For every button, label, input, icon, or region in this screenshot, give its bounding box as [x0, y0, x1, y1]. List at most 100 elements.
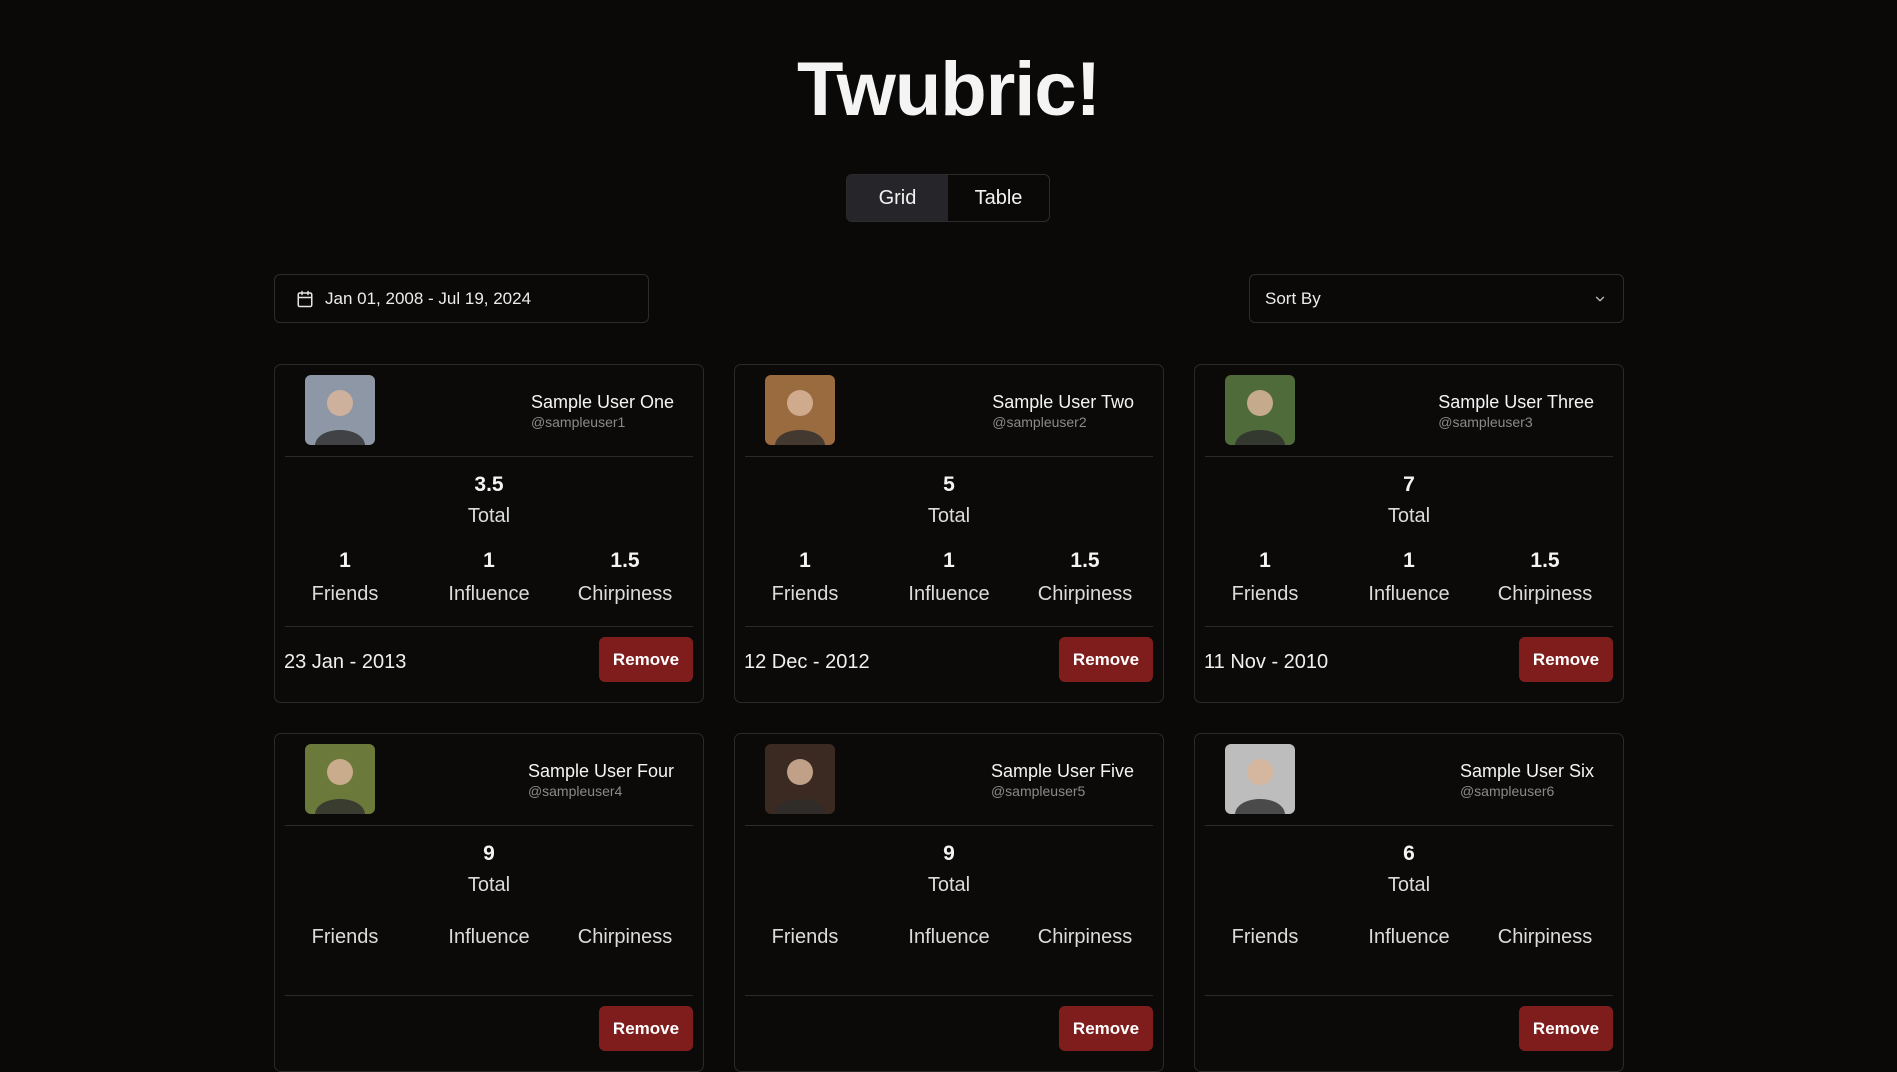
user-identity: Sample User Six @sampleuser6	[1460, 760, 1594, 800]
chirpiness-metric: Chirpiness	[1477, 917, 1613, 949]
chirpiness-metric: Chirpiness	[1017, 917, 1153, 949]
friends-label: Friends	[1231, 926, 1299, 948]
chirpiness-label: Chirpiness	[577, 926, 673, 948]
remove-button[interactable]: Remove	[599, 1006, 693, 1051]
influence-label: Influence	[448, 583, 530, 605]
user-handle: @sampleuser6	[1459, 783, 1555, 799]
chirpiness-label: Chirpiness	[1497, 926, 1593, 948]
user-card: Sample User Two @sampleuser2 5 Total 1 F…	[734, 364, 1164, 703]
remove-button[interactable]: Remove	[1519, 1006, 1613, 1051]
chirpiness-metric: 1.5 Chirpiness	[1477, 548, 1613, 606]
avatar-image	[305, 744, 375, 814]
influence-label: Influence	[908, 583, 990, 605]
user-identity: Sample User Three @sampleuser3	[1438, 391, 1594, 431]
calendar-icon	[297, 290, 313, 307]
avatar-image	[305, 375, 375, 445]
remove-button[interactable]: Remove	[599, 637, 693, 682]
user-identity: Sample User Four @sampleuser4	[528, 760, 674, 800]
date-range-value: Jan 01, 2008 - Jul 19, 2024	[325, 288, 532, 308]
avatar-image	[1225, 744, 1295, 814]
user-card: Sample User Four @sampleuser4 9 Total Fr…	[274, 733, 704, 1072]
friends-label: Friends	[771, 926, 839, 948]
avatar	[305, 744, 375, 814]
remove-button[interactable]: Remove	[1519, 637, 1613, 682]
influence-metric: 1 Influence	[1341, 548, 1477, 606]
avatar	[765, 744, 835, 814]
join-date: 23 Jan - 2013	[284, 651, 407, 673]
card-divider	[1205, 626, 1613, 627]
friends-metric: Friends	[1197, 917, 1333, 949]
card-header: Sample User Three @sampleuser3	[1205, 365, 1613, 457]
chirpiness-value: 1.5	[610, 549, 640, 572]
friends-value: 1	[339, 549, 351, 572]
friends-metric: Friends	[737, 917, 873, 949]
card-header: Sample User Four @sampleuser4	[285, 734, 693, 826]
user-card: Sample User Five @sampleuser5 9 Total Fr…	[734, 733, 1164, 1072]
card-header: Sample User Two @sampleuser2	[745, 365, 1153, 457]
influence-value: 1	[943, 549, 955, 572]
chirpiness-label: Chirpiness	[1497, 583, 1593, 605]
join-date: 11 Nov - 2010	[1204, 651, 1329, 673]
chirpiness-value: 1.5	[1530, 549, 1560, 572]
tab-table[interactable]: Table	[948, 175, 1049, 221]
influence-metric: Influence	[1341, 917, 1477, 949]
remove-button[interactable]: Remove	[1059, 1006, 1153, 1051]
user-handle: @sampleuser3	[1438, 414, 1533, 430]
card-divider	[745, 626, 1153, 627]
card-header: Sample User Five @sampleuser5	[745, 734, 1153, 826]
user-handle: @sampleuser2	[992, 414, 1087, 430]
card-divider	[285, 626, 693, 627]
chirpiness-metric: 1.5 Chirpiness	[557, 548, 693, 606]
user-card: Sample User Three @sampleuser3 7 Total 1…	[1194, 364, 1624, 703]
total-label: Total	[927, 874, 971, 896]
influence-metric: Influence	[881, 917, 1017, 949]
total-score: 5	[943, 473, 955, 496]
friends-label: Friends	[771, 583, 839, 605]
user-card: Sample User One @sampleuser1 3.5 Total 1…	[274, 364, 704, 703]
chirpiness-value: 1.5	[1070, 549, 1100, 572]
date-range-picker[interactable]: Jan 01, 2008 - Jul 19, 2024	[274, 274, 649, 323]
total-label: Total	[467, 505, 511, 527]
influence-value: 1	[483, 549, 495, 572]
total-score: 6	[1403, 842, 1415, 865]
friends-metric: 1 Friends	[737, 548, 873, 606]
card-header: Sample User One @sampleuser1	[285, 365, 693, 457]
user-identity: Sample User Five @sampleuser5	[991, 760, 1134, 800]
chirpiness-label: Chirpiness	[577, 583, 673, 605]
influence-label: Influence	[1368, 583, 1450, 605]
influence-metric: 1 Influence	[421, 548, 557, 606]
card-divider	[1205, 995, 1613, 996]
friends-label: Friends	[311, 583, 379, 605]
avatar-image	[1225, 375, 1295, 445]
total-label: Total	[1387, 505, 1431, 527]
total-label: Total	[467, 874, 511, 896]
avatar	[1225, 375, 1295, 445]
friends-value: 1	[799, 549, 811, 572]
join-date: 12 Dec - 2012	[744, 651, 870, 673]
total-score: 3.5	[474, 473, 504, 496]
sort-by-select[interactable]: Sort By	[1249, 274, 1624, 323]
friends-value: 1	[1259, 549, 1271, 572]
card-header: Sample User Six @sampleuser6	[1205, 734, 1613, 826]
avatar-image	[765, 744, 835, 814]
chirpiness-metric: 1.5 Chirpiness	[1017, 548, 1153, 606]
card-divider	[745, 995, 1153, 996]
user-handle: @sampleuser1	[530, 414, 626, 430]
influence-value: 1	[1403, 549, 1415, 572]
friends-label: Friends	[311, 926, 379, 948]
tab-grid[interactable]: Grid	[847, 175, 948, 221]
total-score: 9	[483, 842, 495, 865]
chirpiness-label: Chirpiness	[1037, 926, 1133, 948]
total-score: 7	[1403, 473, 1415, 496]
influence-label: Influence	[448, 926, 530, 948]
chirpiness-label: Chirpiness	[1037, 583, 1133, 605]
user-handle: @sampleuser5	[990, 783, 1086, 799]
user-name: Sample User One	[530, 392, 674, 412]
friends-label: Friends	[1231, 583, 1299, 605]
influence-metric: Influence	[421, 917, 557, 949]
remove-button[interactable]: Remove	[1059, 637, 1153, 682]
total-score: 9	[943, 842, 955, 865]
friends-metric: Friends	[277, 917, 413, 949]
avatar-image	[765, 375, 835, 445]
page-title: Twubric!	[796, 47, 1101, 132]
